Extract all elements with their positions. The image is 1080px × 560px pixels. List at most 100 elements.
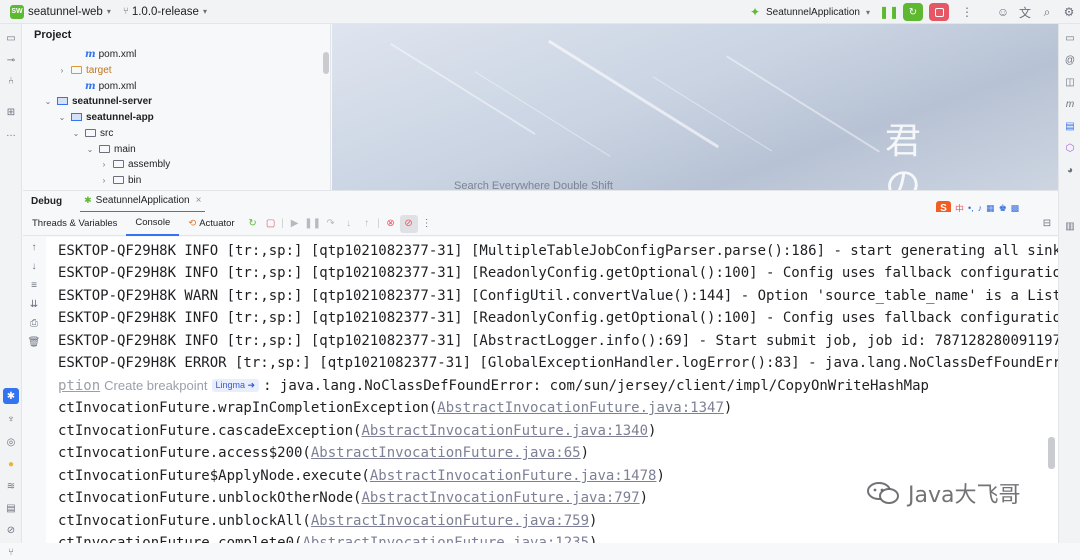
tree-item-label: bin	[128, 174, 142, 186]
project-scrollbar[interactable]	[323, 52, 329, 74]
arrow-up-icon[interactable]: ↑	[27, 240, 41, 254]
layers-icon[interactable]: ≋	[3, 478, 19, 494]
step-over-icon[interactable]: ↷	[322, 215, 340, 233]
structure-icon[interactable]: ⊞	[3, 104, 19, 120]
watermark: Java大飞哥	[866, 477, 1020, 509]
tree-item[interactable]: ⌄ seatunnel-server	[43, 93, 152, 109]
tree-item[interactable]: › assembly	[99, 156, 171, 172]
folder-icon	[71, 66, 82, 74]
build-icon[interactable]: ♆	[3, 411, 19, 427]
chevron-down-icon[interactable]: ▾	[107, 7, 111, 16]
soft-wrap-icon[interactable]: ≡	[27, 278, 41, 292]
problems-icon[interactable]: ⊘	[3, 522, 19, 538]
project-badge[interactable]: SW	[10, 4, 24, 19]
debug-icon[interactable]: ✱	[3, 388, 19, 404]
tab-console[interactable]: Console	[126, 212, 180, 236]
chevron-down-icon[interactable]: ⌄	[85, 145, 95, 154]
rerun-button[interactable]: ↻	[903, 3, 923, 21]
commit-icon[interactable]: ⊸	[3, 52, 19, 68]
plugin-icon[interactable]: ⬡	[1062, 140, 1078, 156]
git-icon[interactable]: ⑂	[3, 544, 19, 560]
arrow-down-icon[interactable]: ↓	[27, 259, 41, 273]
search-icon[interactable]: ⌕	[1036, 1, 1058, 23]
stop-icon[interactable]: ▢	[262, 215, 280, 233]
step-into-icon[interactable]: ↓	[340, 215, 358, 233]
tree-item[interactable]: m pom.xml	[85, 46, 136, 62]
print-icon[interactable]: ⎙	[27, 316, 41, 330]
layout-icon[interactable]: ▥	[1062, 218, 1078, 234]
stack-frame: ctInvocationFuture.unblockAll(AbstractIn…	[58, 510, 597, 532]
chevron-right-icon[interactable]: ›	[99, 176, 109, 185]
scroll-to-end-icon[interactable]: ⇊	[27, 297, 41, 311]
source-link[interactable]: AbstractInvocationFuture.java:1478	[370, 468, 657, 484]
more-icon[interactable]: …	[3, 125, 19, 141]
chevron-down-icon[interactable]: ⌄	[57, 113, 67, 122]
tree-item[interactable]: ⌄ src	[71, 125, 114, 141]
console-line: ESKTOP-QF29H8K INFO [tr:,sp:] [qtp102108…	[58, 265, 1058, 281]
tab-threads-variables[interactable]: Threads & Variables	[23, 212, 126, 236]
stack-paren: )	[656, 468, 665, 484]
tree-item[interactable]: m pom.xml	[85, 78, 136, 94]
step-out-icon[interactable]: ↑	[358, 215, 376, 233]
project-name[interactable]: seatunnel-web	[28, 6, 103, 18]
chevron-down-icon[interactable]: ⌄	[43, 97, 53, 106]
chevron-down-icon[interactable]: ▾	[203, 7, 207, 16]
tree-item[interactable]: › bin	[99, 172, 142, 188]
resume-icon[interactable]: ❚❚	[878, 1, 900, 23]
run-config-name[interactable]: SeatunnelApplication	[766, 7, 860, 18]
tree-item[interactable]: ⌄ main	[85, 141, 136, 157]
create-breakpoint-link[interactable]: Create breakpoint	[104, 378, 207, 393]
source-link[interactable]: AbstractInvocationFuture.java:1235	[302, 535, 589, 543]
ai-assistant-icon[interactable]: ◕	[1062, 162, 1078, 178]
source-link[interactable]: AbstractInvocationFuture.java:65	[311, 445, 581, 461]
exception-class-link[interactable]: ption	[58, 378, 100, 394]
tree-item[interactable]: ⌄ seatunnel-app	[57, 109, 154, 125]
document-icon[interactable]: ▤	[1062, 118, 1078, 134]
stack-paren: )	[580, 445, 590, 461]
database-icon[interactable]: ◫	[1062, 74, 1078, 90]
more-icon[interactable]: ⋮	[418, 215, 436, 233]
source-link[interactable]: AbstractInvocationFuture.java:797	[361, 490, 639, 506]
more-icon[interactable]: ⋮	[956, 1, 978, 23]
tab-actuator[interactable]: ⟲ Actuator	[179, 212, 243, 236]
bulb-icon[interactable]: ●	[3, 456, 19, 472]
source-link[interactable]: AbstractInvocationFuture.java:1347	[437, 400, 724, 416]
pull-request-icon[interactable]: ⑃	[3, 73, 19, 89]
view-breakpoints-icon[interactable]: ⊗	[382, 215, 400, 233]
console-scrollbar[interactable]	[1048, 437, 1055, 469]
terminal-icon[interactable]: ▤	[3, 500, 19, 516]
translate-icon[interactable]: 文	[1014, 1, 1036, 23]
user-icon[interactable]: ☺	[992, 1, 1014, 23]
folder-icon[interactable]: ▭	[3, 30, 19, 46]
stop-button[interactable]	[929, 3, 949, 21]
branch-name[interactable]: 1.0.0-release	[132, 6, 199, 18]
source-link[interactable]: AbstractInvocationFuture.java:1340	[361, 423, 648, 439]
debug-toolbar: Threads & Variables Console ⟲ Actuator ↻…	[23, 212, 1058, 236]
endpoints-icon[interactable]: @	[1062, 52, 1078, 68]
settings-icon[interactable]: ⚙	[1058, 1, 1080, 23]
services-icon[interactable]: ◎	[3, 434, 19, 450]
tree-item[interactable]: › target	[57, 62, 112, 78]
trash-icon[interactable]: 🗑	[27, 335, 41, 349]
project-panel-title[interactable]: Project	[23, 24, 330, 46]
stack-method: ctInvocationFuture.unblockOtherNode(	[58, 490, 362, 506]
chevron-right-icon[interactable]: ›	[57, 66, 67, 75]
notifications-icon[interactable]: ▭	[1062, 30, 1078, 46]
mute-breakpoints-icon[interactable]: ⊘	[399, 214, 418, 233]
source-link[interactable]: AbstractInvocationFuture.java:759	[311, 513, 589, 529]
lingma-badge[interactable]: Lingma ➜	[211, 379, 260, 392]
folder-icon	[99, 145, 110, 153]
console-gutter: ↑ ↓ ≡ ⇊ ⎙ 🗑	[23, 237, 46, 543]
maven-icon[interactable]: m	[1062, 96, 1078, 112]
debug-session-tab[interactable]: ✱ SeatunnelApplication ×	[80, 191, 206, 213]
stack-paren: )	[589, 535, 598, 543]
chevron-down-icon[interactable]: ⌄	[71, 129, 81, 138]
layout-icon[interactable]: ⊟	[1038, 215, 1056, 233]
close-icon[interactable]: ×	[196, 195, 202, 206]
rerun-icon[interactable]: ↻	[244, 215, 262, 233]
stack-paren: )	[589, 513, 598, 529]
resume-icon[interactable]: ▶	[286, 215, 304, 233]
pause-icon[interactable]: ❚❚	[304, 215, 322, 233]
chevron-right-icon[interactable]: ›	[99, 160, 109, 169]
chevron-down-icon[interactable]: ▾	[866, 8, 870, 17]
